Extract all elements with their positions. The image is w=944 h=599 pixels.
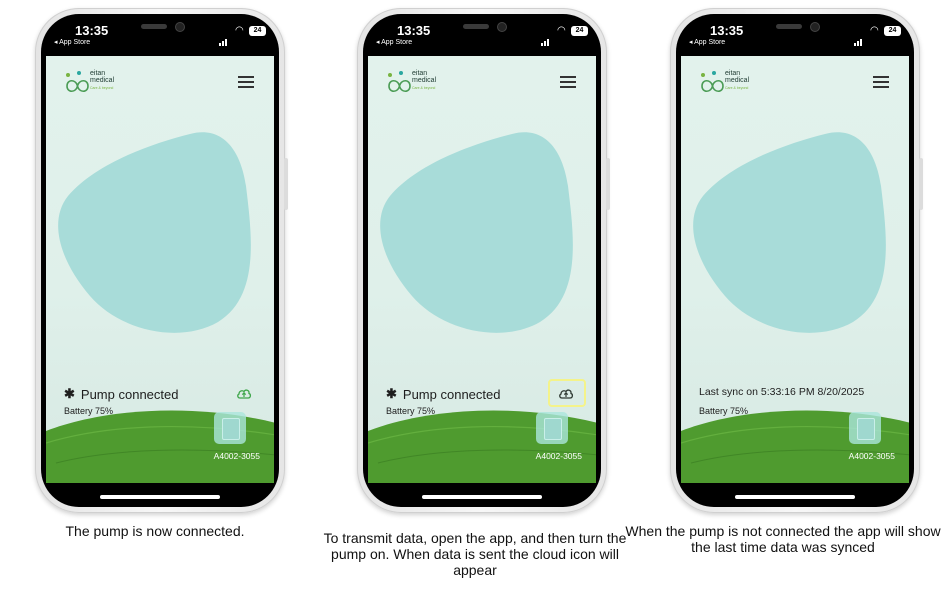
logo-name: eitan bbox=[90, 70, 106, 77]
home-indicator[interactable] bbox=[422, 495, 542, 499]
signal-icon bbox=[219, 28, 228, 46]
speaker bbox=[141, 24, 167, 29]
last-sync-text: Last sync on 5:33:16 PM 8/20/2025 bbox=[699, 386, 865, 398]
status-bar: 13:35 ◂ App Store ◠ 24 bbox=[41, 14, 279, 56]
status-time: 13:35 bbox=[710, 23, 744, 38]
status-bar: 13:35 ◂ App Store ◠ 24 bbox=[676, 14, 914, 56]
signal-icon bbox=[541, 28, 550, 46]
pump-device-icon bbox=[214, 412, 246, 444]
pump-status-text: Pump connected bbox=[80, 386, 179, 402]
phone-frame: 13:35 ◂ App Store ◠ 24 eitan medical Car… bbox=[357, 8, 610, 513]
phone-frame: 13:35 ◂ App Store ◠ 24 eitan medical Car… bbox=[35, 8, 288, 513]
pump-blob-graphic bbox=[380, 132, 573, 333]
pump-device-icon bbox=[849, 412, 881, 444]
back-to-app-store-link[interactable]: ◂ App Store bbox=[54, 38, 90, 46]
camera bbox=[175, 22, 185, 32]
pump-device-icon bbox=[536, 412, 568, 444]
speaker bbox=[463, 24, 489, 29]
battery-status-icon: 24 bbox=[884, 26, 901, 36]
wifi-icon: ◠ bbox=[235, 25, 244, 36]
logo-wordmark: eitan medical Care & beyond bbox=[412, 70, 436, 92]
speaker bbox=[776, 24, 802, 29]
wifi-icon: ◠ bbox=[557, 25, 566, 36]
panel-last-sync: 13:35 ◂ App Store ◠ 24 eitan medical Car… bbox=[625, 0, 941, 599]
logo-sub: medical bbox=[90, 77, 115, 84]
panel-connected: 13:35 ◂ App Store ◠ 24 eitan medical Car… bbox=[5, 0, 305, 599]
logo-name: eitan bbox=[725, 70, 741, 77]
pump-serial-number: A4002-3055 bbox=[848, 451, 895, 461]
pump-serial-number: A4002-3055 bbox=[213, 451, 260, 461]
status-time: 13:35 bbox=[75, 23, 109, 38]
notch bbox=[435, 14, 533, 42]
pump-blob-graphic bbox=[58, 132, 251, 333]
home-indicator[interactable] bbox=[735, 495, 855, 499]
pump-serial-number: A4002-3055 bbox=[535, 451, 582, 461]
logo-wordmark: eitan medical Care & beyond bbox=[90, 70, 114, 92]
battery-status-icon: 24 bbox=[249, 26, 266, 36]
hamburger-menu-icon[interactable] bbox=[238, 76, 254, 88]
hamburger-menu-icon[interactable] bbox=[873, 76, 889, 88]
pump-status: ✱ Pump connected bbox=[64, 386, 178, 402]
phone-screen: 13:35 ◂ App Store ◠ 24 eitan medical Car… bbox=[363, 14, 601, 507]
notch bbox=[113, 14, 211, 42]
side-button bbox=[919, 158, 923, 210]
camera bbox=[497, 22, 507, 32]
logo-sub: medical bbox=[412, 77, 437, 84]
phone-frame: 13:35 ◂ App Store ◠ 24 eitan medical Car… bbox=[670, 8, 923, 513]
cloud-upload-icon[interactable] bbox=[558, 387, 574, 401]
cloud-upload-icon[interactable] bbox=[236, 387, 252, 401]
caption: When the pump is not connected the app w… bbox=[625, 523, 941, 555]
back-to-app-store-link[interactable]: ◂ App Store bbox=[689, 38, 725, 46]
logo-sub: medical bbox=[725, 77, 750, 84]
caption: To transmit data, open the app, and then… bbox=[323, 530, 627, 578]
side-button bbox=[284, 158, 288, 210]
side-button bbox=[606, 158, 610, 210]
logo-name: eitan bbox=[412, 70, 428, 77]
logo-wordmark: eitan medical Care & beyond bbox=[725, 70, 749, 92]
wifi-icon: ◠ bbox=[870, 25, 879, 36]
pump-status: ✱ Pump connected bbox=[386, 386, 500, 402]
battery-status-icon: 24 bbox=[571, 26, 588, 36]
app-content: eitan medical Care & beyond Last sync on… bbox=[681, 56, 909, 483]
app-content: eitan medical Care & beyond ✱ Pump conne… bbox=[368, 56, 596, 483]
app-content: eitan medical Care & beyond ✱ Pump conne… bbox=[46, 56, 274, 483]
hamburger-menu-icon[interactable] bbox=[560, 76, 576, 88]
phone-screen: 13:35 ◂ App Store ◠ 24 eitan medical Car… bbox=[41, 14, 279, 507]
last-sync-status: Last sync on 5:33:16 PM 8/20/2025 bbox=[699, 386, 864, 398]
pump-status-text: Pump connected bbox=[402, 386, 501, 402]
pump-blob-graphic bbox=[693, 132, 886, 333]
camera bbox=[810, 22, 820, 32]
logo-tagline: Care & beyond bbox=[725, 86, 749, 90]
status-bar: 13:35 ◂ App Store ◠ 24 bbox=[363, 14, 601, 56]
notch bbox=[748, 14, 846, 42]
bluetooth-icon: ✱ bbox=[386, 386, 397, 401]
phone-screen: 13:35 ◂ App Store ◠ 24 eitan medical Car… bbox=[676, 14, 914, 507]
home-indicator[interactable] bbox=[100, 495, 220, 499]
back-to-app-store-link[interactable]: ◂ App Store bbox=[376, 38, 412, 46]
bluetooth-icon: ✱ bbox=[64, 386, 75, 401]
status-time: 13:35 bbox=[397, 23, 431, 38]
panel-transmit: 13:35 ◂ App Store ◠ 24 eitan medical Car… bbox=[324, 0, 627, 599]
logo-tagline: Care & beyond bbox=[412, 86, 436, 90]
caption: The pump is now connected. bbox=[65, 523, 245, 539]
signal-icon bbox=[854, 28, 863, 46]
logo-tagline: Care & beyond bbox=[90, 86, 114, 90]
